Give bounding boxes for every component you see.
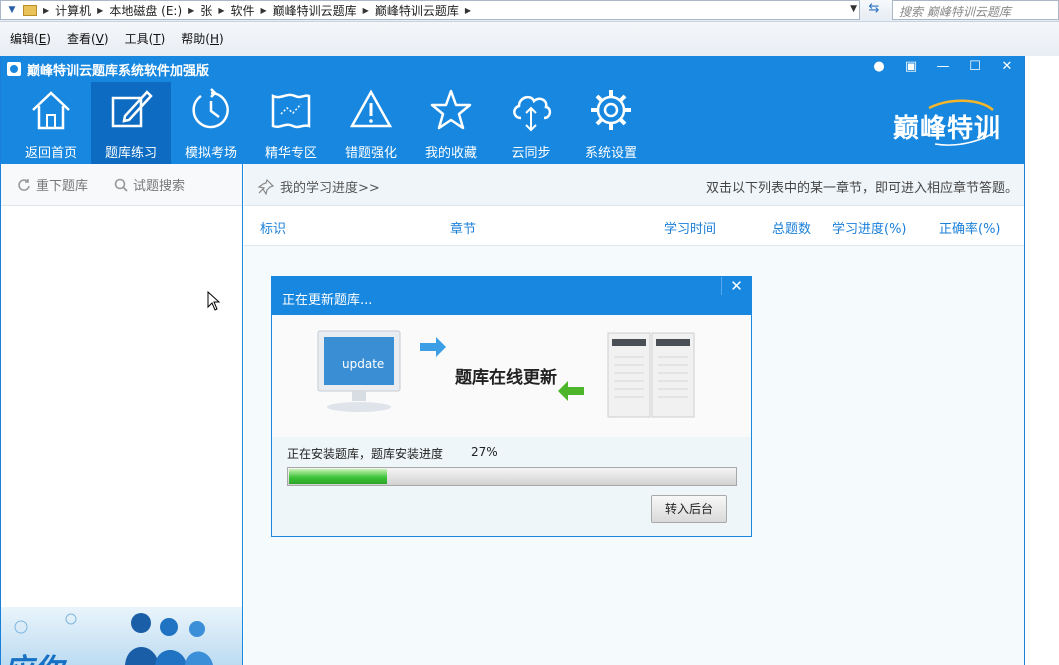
tab-home[interactable]: 返回首页 — [11, 82, 91, 164]
instruction-hint: 双击以下列表中的某一章节，即可进入相应章节答题。 — [705, 181, 1018, 196]
tab-label: 模拟考场 — [184, 146, 237, 161]
col-header-id[interactable]: 标识 — [260, 218, 286, 237]
breadcrumb-item[interactable]: 巅峰特训云题库 — [267, 2, 363, 19]
tab-label: 题库练习 — [104, 146, 157, 161]
tab-mock-exam[interactable]: 模拟考场 — [171, 82, 251, 164]
tab-practice[interactable]: 题库练习 — [91, 82, 171, 164]
tab-label: 我的收藏 — [424, 146, 477, 161]
warning-icon — [349, 89, 393, 128]
dialog-body: 正在安装题库，题库安装进度 27% 转入后台 — [272, 437, 751, 536]
cloud-sync-icon — [513, 95, 552, 132]
tab-label: 系统设置 — [584, 146, 637, 161]
tab-wrong-questions[interactable]: 错题强化 — [331, 82, 411, 164]
tab-cloud-sync[interactable]: 云同步 — [491, 82, 571, 164]
breadcrumb-item[interactable]: 软件 — [224, 2, 260, 19]
menu-bar: 编辑(E) 查看(V) 工具(T) 帮助(H) — [0, 22, 1059, 56]
chapter-table-header: 标识 章节 学习时间 总题数 学习进度(%) 正确率(%) — [244, 206, 1024, 246]
breadcrumb: ▶ 计算机 ▶ 本地磁盘 (E:) ▶ 张 ▶ 软件 ▶ 巅峰特训云题库 ▶ 巅… — [43, 2, 471, 19]
edit-icon — [111, 90, 153, 128]
menu-tools[interactable]: 工具(T) — [125, 30, 166, 47]
dialog-titlebar: 正在更新题库... ✕ — [272, 277, 751, 315]
main-toolbar: 返回首页 题库练习 模拟考场 精华专区 错题强化 我的收藏 云同步 系统设置 巅… — [1, 82, 1024, 164]
tab-label: 错题强化 — [344, 146, 397, 161]
close-icon[interactable]: ✕ — [998, 59, 1016, 74]
tab-favorites[interactable]: 我的收藏 — [411, 82, 491, 164]
pin-icon — [258, 178, 274, 195]
address-field[interactable]: ▼ ▶ 计算机 ▶ 本地磁盘 (E:) ▶ 张 ▶ 软件 ▶ 巅峰特训云题库 ▶… — [0, 0, 860, 20]
minimize-icon[interactable]: — — [934, 59, 952, 74]
refresh-icon — [18, 178, 30, 191]
tab-label: 云同步 — [511, 146, 551, 161]
tab-label: 精华专区 — [264, 146, 317, 161]
install-progress-bar — [287, 467, 737, 486]
menu-edit[interactable]: 编辑(E) — [10, 30, 51, 47]
maximize-icon[interactable]: ☐ — [966, 59, 984, 74]
app-titlebar: 巅峰特训云题库系统软件加强版 ● ▣ — ☐ ✕ — [1, 56, 1024, 82]
arrow-right-icon — [420, 337, 446, 357]
menu-view[interactable]: 查看(V) — [67, 30, 109, 47]
tab-featured[interactable]: 精华专区 — [251, 82, 331, 164]
explorer-address-bar: ▼ ▶ 计算机 ▶ 本地磁盘 (E:) ▶ 张 ▶ 软件 ▶ 巅峰特训云题库 ▶… — [0, 0, 1059, 22]
update-headline: 题库在线更新 — [455, 368, 557, 388]
home-icon — [32, 91, 70, 130]
run-in-background-button[interactable]: 转入后台 — [651, 495, 727, 523]
col-header-study-time[interactable]: 学习时间 — [664, 218, 716, 237]
left-panel: 重下题库 试题搜索 应你 — [1, 164, 243, 665]
install-percent: 27% — [471, 445, 498, 459]
search-input[interactable]: 搜索 巅峰特训云题库 — [892, 0, 1059, 20]
tab-label: 返回首页 — [24, 146, 77, 161]
question-search-button[interactable]: 试题搜索 — [114, 175, 185, 194]
arrow-left-icon — [558, 381, 584, 401]
breadcrumb-item[interactable]: 巅峰特训云题库 — [369, 2, 465, 19]
breadcrumb-item[interactable]: 张 — [194, 2, 218, 19]
refresh-icon[interactable]: ⇆ — [864, 1, 884, 19]
menu-help[interactable]: 帮助(H) — [181, 30, 223, 47]
tab-settings[interactable]: 系统设置 — [571, 82, 651, 164]
update-dialog: 正在更新题库... ✕ update 题库在线更新 正在安装题库，题库安装进度 … — [271, 276, 752, 537]
folder-icon — [23, 4, 37, 16]
monitor-icon — [317, 330, 401, 412]
col-header-chapter[interactable]: 章节 — [450, 218, 476, 237]
skin-icon[interactable]: ▣ — [902, 59, 920, 74]
server-icon — [607, 332, 695, 418]
desktop-area — [1025, 56, 1059, 665]
my-progress-link[interactable]: 我的学习进度>> — [258, 177, 380, 196]
user-icon[interactable]: ● — [870, 59, 888, 74]
install-status: 正在安装题库，题库安装进度 — [287, 447, 444, 461]
app-logo-icon — [7, 62, 21, 76]
breadcrumb-item[interactable]: 本地磁盘 (E:) — [103, 2, 188, 19]
brand-logo: 巅峰特训 — [889, 94, 1009, 150]
reload-bank-button[interactable]: 重下题库 — [17, 175, 88, 194]
nav-dropdown-icon[interactable]: ▼ — [1, 1, 23, 19]
banner-text: 应你 — [3, 645, 63, 665]
gear-icon — [591, 90, 631, 130]
dialog-title: 正在更新题库... — [282, 293, 373, 308]
update-illustration: update 题库在线更新 — [272, 315, 751, 437]
search-icon — [114, 178, 128, 192]
col-header-accuracy[interactable]: 正确率(%) — [939, 218, 1001, 237]
map-icon — [271, 93, 311, 129]
col-header-total[interactable]: 总题数 — [772, 218, 811, 237]
star-icon — [430, 89, 472, 130]
promo-banner[interactable]: 应你 — [1, 607, 242, 665]
monitor-text: update — [342, 357, 385, 371]
dialog-close-icon[interactable]: ✕ — [721, 277, 751, 295]
app-title: 巅峰特训云题库系统软件加强版 — [27, 64, 210, 79]
mouse-cursor-icon — [207, 291, 221, 311]
progress-fill — [289, 469, 387, 484]
chevron-right-icon: ▶ — [464, 5, 471, 15]
clock-icon — [192, 88, 229, 129]
address-history-icon[interactable]: ▼ — [850, 4, 857, 14]
col-header-progress[interactable]: 学习进度(%) — [832, 218, 907, 237]
breadcrumb-item[interactable]: 计算机 — [49, 2, 97, 19]
